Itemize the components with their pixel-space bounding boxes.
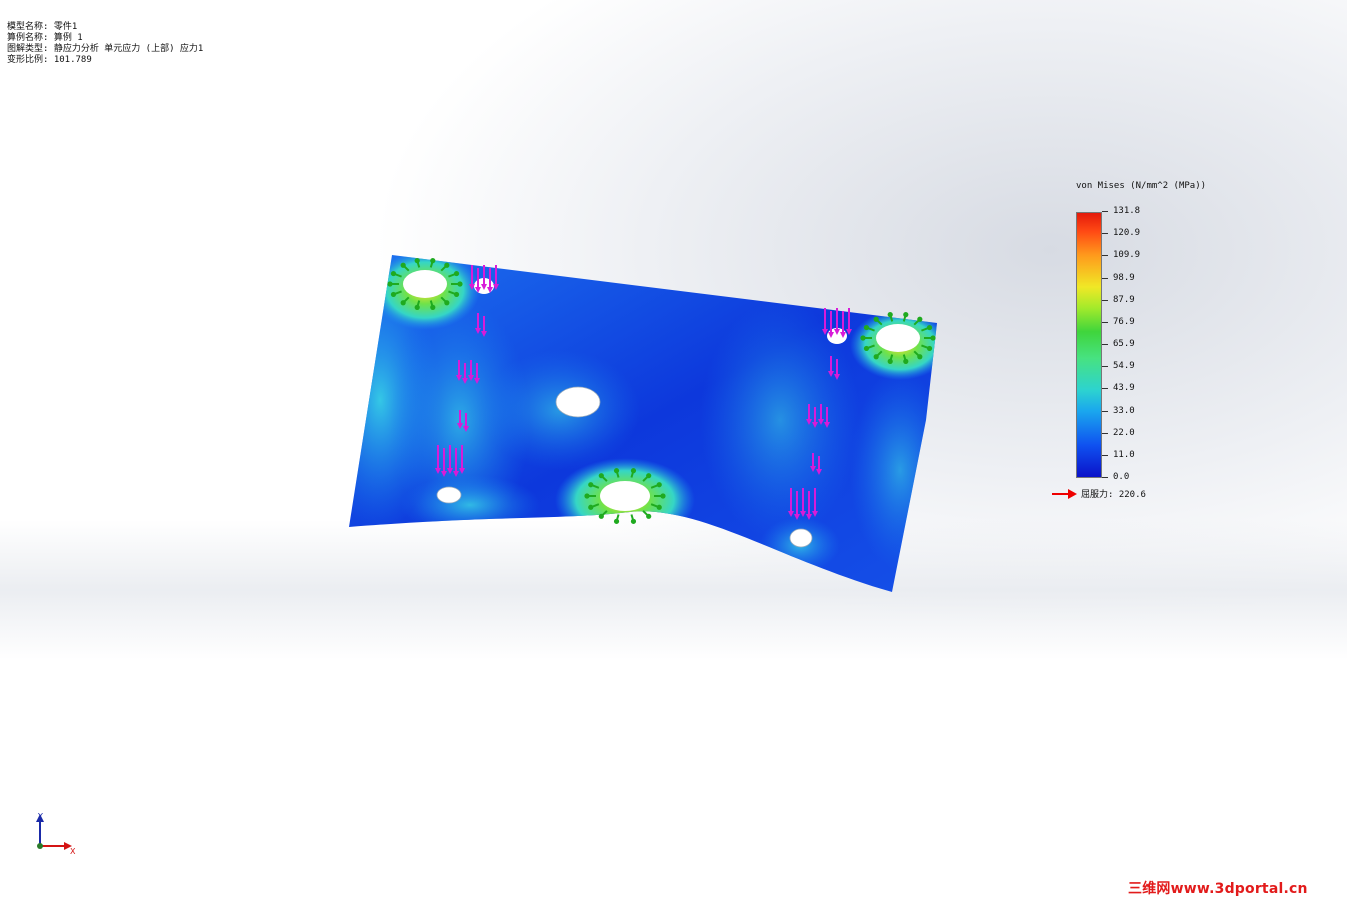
legend-tick: 87.9: [1102, 295, 1135, 305]
fixture-arrow-icon: [860, 335, 866, 341]
legend-tick: 43.9: [1102, 383, 1135, 393]
triad-x-label: X: [70, 847, 76, 856]
yield-arrow-icon: [1052, 488, 1078, 499]
legend-tick: 33.0: [1102, 406, 1135, 416]
fixture-arrow-icon: [917, 316, 923, 322]
fixture-arrow-icon: [903, 358, 909, 364]
fixture-arrow-icon: [584, 493, 590, 499]
fixture-arrow-icon: [390, 270, 397, 277]
fixture-arrow-icon: [863, 324, 870, 331]
fixture-arrow-icon: [926, 324, 933, 331]
triad-y-label: Y: [37, 812, 43, 821]
fixture-arrow-icon: [646, 473, 652, 479]
legend-tick: 0.0: [1101, 472, 1129, 482]
fixture-arrow-icon: [656, 504, 662, 510]
fixture-arrow-icon: [873, 316, 879, 322]
legend-tick: 109.9: [1101, 250, 1140, 260]
coordinate-triad-icon[interactable]: Y X: [30, 810, 80, 860]
fixture-arrow-icon: [387, 281, 393, 287]
fixture-arrow-icon: [646, 513, 652, 519]
yield-label: 屈服力: 220.6: [1081, 490, 1146, 500]
legend-title: von Mises (N/mm^2 (MPa)): [1076, 181, 1207, 191]
fixture-arrow-icon: [656, 482, 662, 488]
fixture-arrow-icon: [598, 513, 604, 519]
fixture-arrow-icon: [453, 270, 460, 277]
fixture-arrow-icon: [400, 262, 406, 268]
fixture-arrow-icon: [926, 345, 933, 352]
fixture-arrow-icon: [598, 473, 604, 479]
fixture-arrow-icon: [390, 291, 397, 298]
fixture-arrow-icon: [453, 291, 460, 298]
fixture-arrow-icon: [873, 354, 879, 360]
fixture-arrow-icon: [414, 304, 420, 310]
fixture-arrow-icon: [630, 468, 637, 474]
legend-tick: 131.8: [1101, 206, 1140, 216]
fixture-arrow-icon: [903, 312, 909, 318]
fixture-arrow-icon: [414, 258, 420, 264]
legend-tick: 54.9: [1102, 361, 1135, 371]
fixture-arrow-icon: [457, 281, 463, 287]
fixture-arrow-icon: [863, 345, 870, 352]
fixture-arrow-icon: [887, 312, 893, 318]
legend-tick: 98.9: [1102, 273, 1135, 283]
fixture-arrow-icon: [930, 335, 936, 341]
fixture-arrow-icon: [430, 304, 436, 310]
stress-legend: von Mises (N/mm^2 (MPa)) 131.8 120.9 109.9…: [1052, 180, 1260, 510]
fixture-arrow-icon: [917, 354, 923, 360]
fixture-arrow-icon: [444, 262, 450, 268]
fixture-arrow-icon: [588, 504, 594, 510]
fixture-arrow-icon: [887, 358, 893, 364]
fixture-arrow-icon: [588, 482, 594, 488]
fixture-arrow-icon: [400, 300, 406, 306]
watermark: 三维网www.3dportal.cn: [1128, 881, 1308, 897]
yield-strength: 屈服力: 220.6: [1052, 487, 1146, 500]
fixture-arrow-icon: [630, 518, 637, 524]
fixture-arrow-icon: [430, 258, 436, 264]
deformed-plate: [349, 255, 937, 592]
legend-tick: 11.0: [1102, 450, 1135, 460]
legend-tick: 65.9: [1102, 339, 1135, 349]
fixture-arrow-icon: [660, 493, 666, 499]
legend-tick: 22.0: [1102, 428, 1135, 438]
fixture-arrow-icon: [613, 518, 620, 524]
legend-tick: 120.9: [1101, 228, 1140, 238]
legend-color-bar: [1076, 212, 1102, 478]
legend-tick: 76.9: [1102, 317, 1135, 327]
fixture-arrow-icon: [613, 468, 620, 474]
fixture-arrow-icon: [444, 300, 450, 306]
